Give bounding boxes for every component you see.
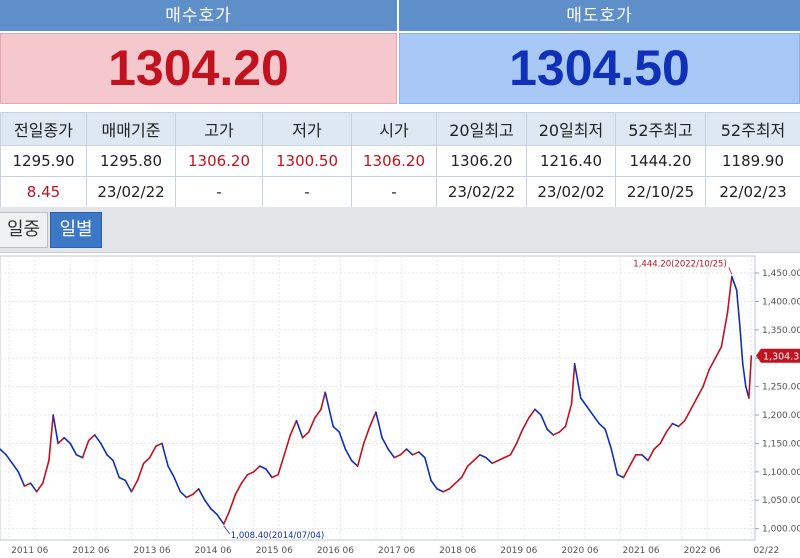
exchange-rate-chart: 1,450.001,400.001,350.001,300.001,250.00… <box>0 254 800 558</box>
y-tick-label: 1,450.00 <box>762 269 800 279</box>
x-tick-label: 06 <box>648 546 660 556</box>
x-tick-label: 06 <box>159 546 171 556</box>
ask-label: 매도호가 <box>399 0 800 33</box>
x-tick-label: 2015 <box>256 546 279 556</box>
x-tick-label: 06 <box>281 546 293 556</box>
cell-52w-high: 1444.20 <box>615 145 706 177</box>
x-tick-label: 2021 <box>623 546 646 556</box>
ask-value: 1304.50 <box>399 33 800 104</box>
header-prev-close: 전일종가 <box>0 112 87 146</box>
cell-20d-low: 1216.40 <box>526 145 616 177</box>
y-axis: 1,450.001,400.001,350.001,300.001,250.00… <box>755 269 800 535</box>
cell-52w-high-date: 22/10/25 <box>615 176 706 208</box>
x-tick-label: 06 <box>220 546 232 556</box>
x-tick-label: 02/22 <box>753 546 779 556</box>
x-tick-label: 2014 <box>195 546 218 556</box>
cell-52w-low: 1189.90 <box>705 145 800 177</box>
y-tick-label: 1,350.00 <box>762 326 800 336</box>
cell-open-date: - <box>351 176 437 208</box>
chart-svg: 1,450.001,400.001,350.001,300.001,250.00… <box>0 255 800 556</box>
x-tick-label: 2013 <box>133 546 156 556</box>
x-tick-label: 06 <box>587 546 599 556</box>
header-high: 고가 <box>175 112 263 146</box>
cell-high: 1306.20 <box>175 145 263 177</box>
x-tick-label: 2012 <box>72 546 95 556</box>
x-tick-label: 2011 <box>11 546 34 556</box>
header-low: 저가 <box>262 112 352 146</box>
bid-value: 1304.20 <box>0 33 397 104</box>
cell-low: 1300.50 <box>262 145 352 177</box>
cell-52w-low-date: 22/02/23 <box>705 176 800 208</box>
table-row: 8.45 23/02/22 - - - 23/02/22 23/02/02 22… <box>0 176 800 208</box>
period-tabbar: 일중 일별 <box>0 207 800 253</box>
y-tick-label: 1,000.00 <box>762 525 800 535</box>
cell-base-date: 23/02/22 <box>86 176 176 208</box>
cell-20d-high-date: 23/02/22 <box>436 176 527 208</box>
bid-label: 매수호가 <box>0 0 397 33</box>
x-tick-label: 2019 <box>500 546 523 556</box>
header-20d-low: 20일최저 <box>526 112 616 146</box>
y-tick-label: 1,250.00 <box>762 383 800 393</box>
table-row: 1295.90 1295.80 1306.20 1300.50 1306.20 … <box>0 145 800 177</box>
y-tick-label: 1,100.00 <box>762 468 800 478</box>
header-base-rate: 매매기준 <box>86 112 176 146</box>
x-tick-label: 2018 <box>439 546 462 556</box>
ask-panel: 매도호가 1304.50 <box>399 0 800 104</box>
y-tick-label: 1,150.00 <box>762 439 800 449</box>
max-annotation: 1,444.20(2022/10/25) <box>633 259 726 269</box>
header-open: 시가 <box>351 112 437 146</box>
header-20d-high: 20일최고 <box>436 112 527 146</box>
x-tick-label: 2020 <box>561 546 584 556</box>
table-header-row: 전일종가 매매기준 고가 저가 시가 20일최고 20일최저 52주최고 52주… <box>0 112 800 146</box>
x-tick-label: 2016 <box>317 546 340 556</box>
plot-frame <box>0 255 756 541</box>
header-52w-low: 52주최저 <box>705 112 800 146</box>
y-tick-label: 1,400.00 <box>762 297 800 307</box>
x-tick-label: 06 <box>343 546 355 556</box>
tab-intraday[interactable]: 일중 <box>0 212 48 248</box>
cell-base-rate: 1295.80 <box>86 145 176 177</box>
y-tick-label: 1,050.00 <box>762 496 800 506</box>
x-tick-label: 06 <box>709 546 721 556</box>
cell-open: 1306.20 <box>351 145 437 177</box>
cell-20d-high: 1306.20 <box>436 145 527 177</box>
quote-header: 매수호가 1304.20 매도호가 1304.50 <box>0 0 800 104</box>
cell-low-date: - <box>262 176 352 208</box>
cell-high-date: - <box>175 176 263 208</box>
x-tick-label: 06 <box>526 546 538 556</box>
y-tick-label: 1,200.00 <box>762 411 800 421</box>
x-tick-label: 2017 <box>378 546 401 556</box>
price-info-table: 전일종가 매매기준 고가 저가 시가 20일최고 20일최저 52주최고 52주… <box>0 112 800 208</box>
bid-panel: 매수호가 1304.20 <box>0 0 397 104</box>
min-annotation: 1,008.40(2014/07/04) <box>231 531 324 541</box>
tab-daily[interactable]: 일별 <box>50 212 102 248</box>
x-tick-label: 06 <box>98 546 110 556</box>
x-tick-label: 06 <box>37 546 49 556</box>
header-52w-high: 52주최고 <box>615 112 706 146</box>
chart-grid <box>0 255 756 541</box>
cell-change: 8.45 <box>0 176 87 208</box>
cell-20d-low-date: 23/02/02 <box>526 176 616 208</box>
x-tick-label: 2022 <box>684 546 707 556</box>
cell-prev-close: 1295.90 <box>0 145 87 177</box>
current-value-label: 1,304.35 <box>763 351 800 362</box>
x-axis: 2011 06 2012 06 2013 06 2014 06 2015 06 2016 06 2017… <box>11 546 779 556</box>
x-tick-label: 06 <box>404 546 416 556</box>
x-tick-label: 06 <box>465 546 477 556</box>
